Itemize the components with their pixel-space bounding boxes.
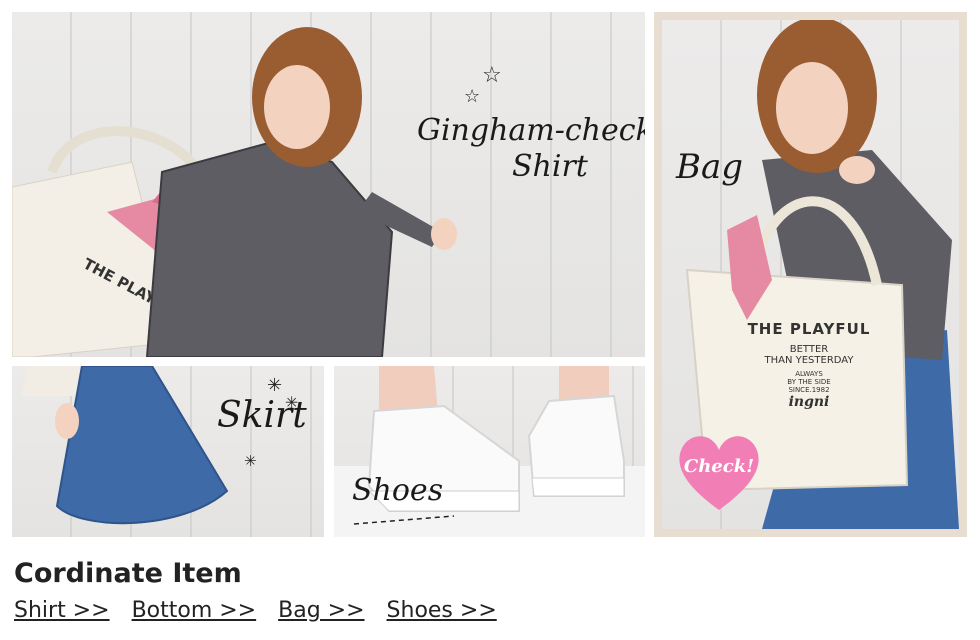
shoes-caption: Shoes xyxy=(352,473,444,508)
bag-photo[interactable]: Bag THE PLAYFUL BETTER THAN YESTERDAY AL… xyxy=(662,20,959,529)
shirt-photo[interactable]: THE PLAYFUL ☆ ☆ Gingham-check Shirt xyxy=(12,12,645,357)
bottom-link[interactable]: Bottom >> xyxy=(132,598,257,623)
shoes-photo-illustration xyxy=(334,366,645,537)
skirt-caption: Skirt xyxy=(217,395,307,436)
bag-photo-frame[interactable]: Bag THE PLAYFUL BETTER THAN YESTERDAY AL… xyxy=(654,12,967,537)
shirt-caption: Gingham-check Shirt xyxy=(417,116,645,182)
tote-print-line: ingni xyxy=(788,394,830,410)
sparkle-icon: ✳ xyxy=(267,375,282,396)
tote-print-line: ALWAYS xyxy=(795,370,823,378)
category-links: Shirt >> Bottom >> Bag >> Shoes >> xyxy=(14,598,497,623)
shirt-caption-line1: Gingham-check xyxy=(417,113,645,148)
bag-link[interactable]: Bag >> xyxy=(278,598,364,623)
shoes-link[interactable]: Shoes >> xyxy=(387,598,497,623)
sparkle-icon: ✳ xyxy=(244,452,257,470)
star-icon: ☆ xyxy=(482,63,502,88)
shirt-photo-illustration: THE PLAYFUL ☆ ☆ xyxy=(12,27,502,357)
tote-print-line: BY THE SIDE xyxy=(787,378,831,386)
tote-print: THE PLAYFUL BETTER THAN YESTERDAY ALWAYS… xyxy=(724,320,894,410)
shoes-photo[interactable]: Shoes xyxy=(334,366,645,537)
shirt-caption-line2: Shirt xyxy=(512,149,588,184)
tote-print-line: THE PLAYFUL xyxy=(747,320,871,338)
check-badge-label: Check! xyxy=(683,456,755,477)
section-title: Cordinate Item xyxy=(14,558,242,589)
shirt-link[interactable]: Shirt >> xyxy=(14,598,110,623)
tote-print-line: SINCE.1982 xyxy=(788,386,830,394)
tote-print-line: BETTER xyxy=(789,344,829,355)
check-badge[interactable]: Check! xyxy=(674,430,764,512)
bag-caption: Bag xyxy=(676,147,744,187)
tote-print-line: THAN YESTERDAY xyxy=(764,355,854,366)
skirt-photo-illustration: ✳ ✳ ✳ xyxy=(22,366,298,525)
star-icon: ☆ xyxy=(464,86,480,107)
skirt-photo[interactable]: ✳ ✳ ✳ Skirt xyxy=(12,366,324,537)
